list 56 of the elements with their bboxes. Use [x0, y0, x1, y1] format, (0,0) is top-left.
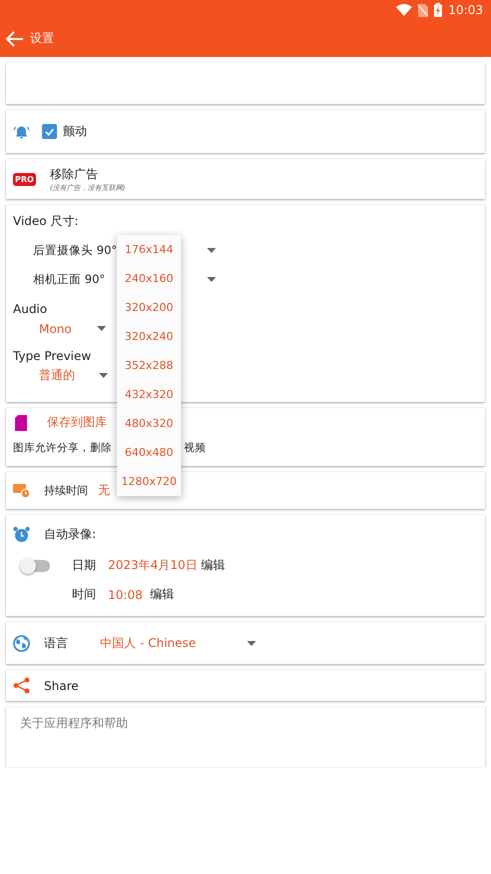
size-option[interactable]: 240x160 — [117, 264, 181, 293]
edit-time-link[interactable]: 编辑 — [150, 586, 174, 603]
size-option[interactable]: 320x200 — [117, 293, 181, 322]
size-option[interactable]: 480x320 — [117, 409, 181, 438]
screen-title: 设置 — [30, 30, 54, 47]
duration-label: 持续时间 — [44, 483, 89, 498]
camera-label: 后置摄像头 90° — [33, 243, 118, 258]
size-option[interactable]: 1280x720 — [117, 467, 181, 496]
globe-icon — [13, 634, 30, 652]
video-size-label: Video 尺寸: — [13, 213, 80, 230]
size-option[interactable]: 176x144 — [117, 235, 181, 264]
pro-badge: PRO — [13, 172, 36, 186]
vibrate-label: 颤动 — [63, 123, 87, 140]
video-timer-icon — [13, 484, 30, 498]
status-time: 10:03 — [448, 3, 483, 17]
no-sim-icon — [418, 4, 428, 16]
time-value: 10:08 — [108, 588, 144, 602]
caret-icon — [97, 326, 106, 331]
about-label: 关于应用程序和帮助 — [20, 716, 128, 730]
caret-icon — [99, 373, 108, 378]
camera-label: 相机正面 90° — [33, 272, 106, 287]
duration-value[interactable]: 无 — [98, 482, 110, 499]
audio-dropdown[interactable]: Mono — [13, 316, 106, 341]
size-option[interactable]: 640x480 — [117, 438, 181, 467]
share-icon — [13, 677, 30, 694]
date-label: 日期 — [72, 557, 97, 574]
language-dropdown[interactable]: 中国人 - Chinese — [100, 630, 256, 656]
size-option[interactable]: 352x288 — [117, 351, 181, 380]
share-label: Share — [44, 678, 79, 692]
type-preview-label: Type Preview — [13, 349, 92, 363]
alarm-clock-icon — [13, 526, 30, 543]
about-card[interactable]: 关于应用程序和帮助 — [6, 707, 485, 767]
size-option[interactable]: 432x320 — [117, 380, 181, 409]
save-to-gallery-link[interactable]: 保存到图库 — [47, 414, 107, 431]
auto-record-title: 自动录像: — [44, 526, 96, 543]
sd-card-icon — [15, 414, 27, 430]
caret-icon — [247, 640, 256, 646]
bell-icon — [13, 124, 30, 139]
size-option[interactable]: 320x240 — [117, 322, 181, 351]
share-card[interactable]: Share — [6, 670, 485, 701]
time-label: 时间 — [72, 586, 97, 603]
date-value: 2023年4月10日 — [108, 557, 198, 574]
gallery-note-end: 视频 — [184, 441, 206, 455]
language-label: 语言 — [44, 634, 69, 652]
gallery-note: 图库允许分享，删除 — [13, 441, 112, 455]
dropdown-caret-icon[interactable] — [207, 248, 216, 253]
dropdown-caret-icon[interactable] — [207, 277, 216, 282]
back-arrow-icon[interactable] — [6, 30, 24, 46]
battery-charging-icon — [434, 3, 442, 17]
preview-dropdown[interactable]: 普通的 — [13, 363, 108, 388]
wifi-icon — [396, 4, 412, 16]
edit-date-link[interactable]: 编辑 — [201, 557, 225, 574]
remove-ads-title: 移除广告 — [50, 166, 99, 182]
auto-record-switch[interactable] — [22, 560, 50, 572]
vibrate-checkbox[interactable] — [42, 124, 57, 139]
audio-label: Audio — [13, 302, 48, 316]
